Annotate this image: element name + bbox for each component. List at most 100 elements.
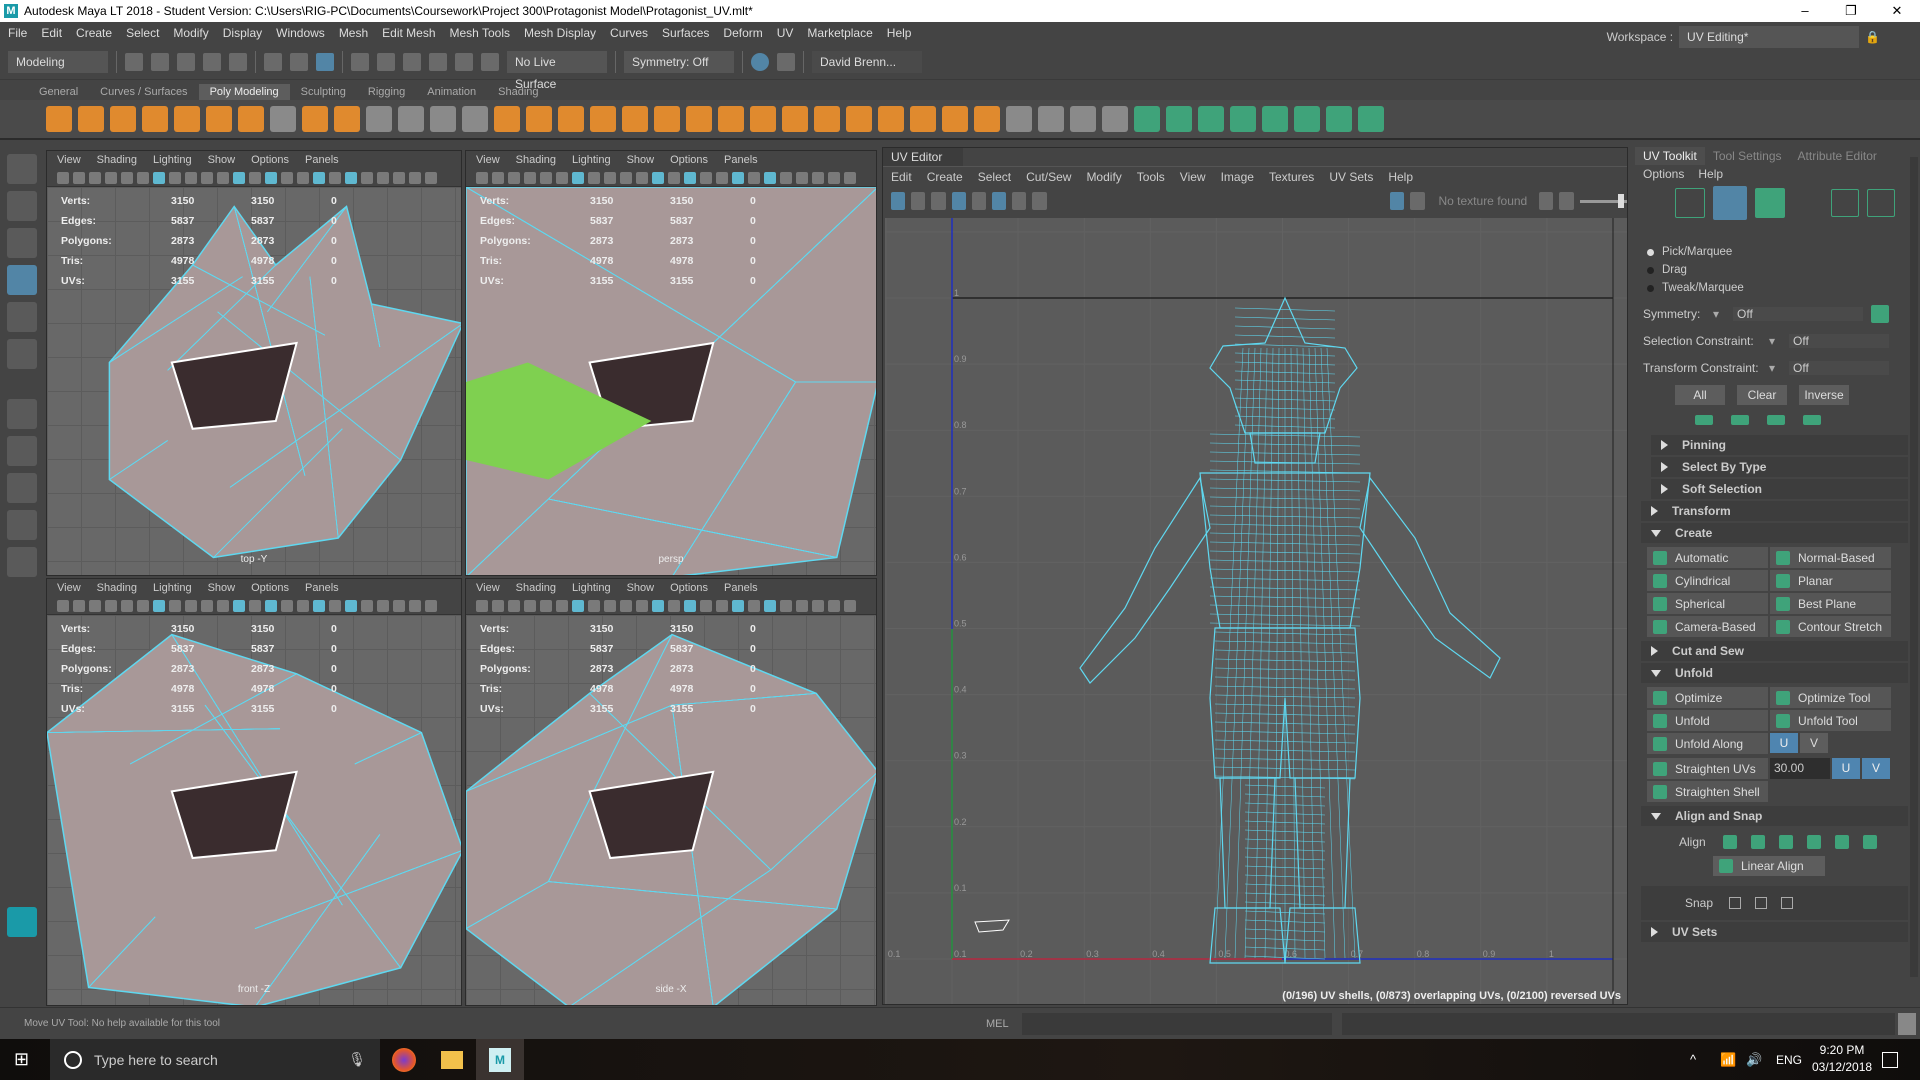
select-inverse-button[interactable]: Inverse [1799, 385, 1849, 405]
shelf-tool-icon[interactable] [462, 106, 488, 132]
last-tool-icon[interactable] [7, 399, 37, 429]
selection-constraint-field[interactable]: Off [1789, 333, 1889, 348]
viewport-tool-icon[interactable] [844, 171, 856, 184]
viewport-menu-shading[interactable]: Shading [516, 154, 556, 166]
viewport-tool-icon[interactable] [572, 599, 584, 612]
optimize-button[interactable]: Optimize [1647, 687, 1768, 708]
viewport-tool-icon[interactable] [620, 599, 632, 612]
redo-icon[interactable] [229, 52, 247, 71]
viewport-menu-panels[interactable]: Panels [724, 582, 758, 594]
snap-grid-icon[interactable] [351, 52, 369, 71]
clock[interactable]: 9:20 PM 03/12/2018 [1812, 1042, 1872, 1076]
toolkit-options-menu[interactable]: Options [1643, 167, 1684, 181]
viewport-tool-icon[interactable] [716, 599, 728, 612]
viewport-menu-show[interactable]: Show [627, 154, 655, 166]
shelf-tool-icon[interactable] [622, 106, 648, 132]
shelf-tool-icon[interactable] [1134, 106, 1160, 132]
shelf-tool-icon[interactable] [782, 106, 808, 132]
straighten-angle-input[interactable]: 30.00 [1770, 758, 1830, 779]
viewport-tool-icon[interactable] [732, 599, 744, 612]
image-display-icon[interactable] [1390, 192, 1405, 210]
radio-dot[interactable] [1647, 248, 1654, 256]
uv-menu-edit[interactable]: Edit [891, 170, 912, 184]
viewport-tool-icon[interactable] [716, 171, 728, 184]
viewport-tool-icon[interactable] [492, 599, 504, 612]
viewport-tool-icon[interactable] [425, 599, 437, 612]
viewport-side-x[interactable]: View Shading Lighting Show Options Panels Vert… [465, 578, 877, 1006]
shelf-tool-icon[interactable] [1102, 106, 1128, 132]
undo-icon[interactable] [203, 52, 221, 71]
menu-deform[interactable]: Deform [723, 26, 762, 40]
straighten-u-toggle[interactable]: U [1832, 758, 1860, 779]
section-header[interactable]: UV Sets [1641, 922, 1908, 942]
shelf-tool-icon[interactable] [1262, 106, 1288, 132]
firefox-icon[interactable] [380, 1039, 428, 1080]
snap-live-icon[interactable] [481, 52, 499, 71]
radio-dot[interactable] [1647, 266, 1654, 274]
menu-curves[interactable]: Curves [610, 26, 648, 40]
symmetry-toggle-icon[interactable] [1871, 305, 1889, 323]
checker-icon[interactable] [1410, 192, 1425, 210]
viewport-tool-icon[interactable] [281, 171, 293, 184]
shelf-tab-general[interactable]: General [28, 84, 89, 100]
windows-start-icon[interactable]: ⊞ [14, 1049, 29, 1070]
shelf-tool-icon[interactable] [878, 106, 904, 132]
pixel-snap-icon[interactable] [1012, 192, 1027, 210]
straighten-shell-button[interactable]: Straighten Shell [1647, 781, 1768, 802]
viewport-tool-icon[interactable] [668, 599, 680, 612]
volume-icon[interactable]: 🔊 [1746, 1052, 1762, 1068]
viewport-tool-icon[interactable] [233, 599, 245, 612]
save-scene-icon[interactable] [177, 52, 195, 71]
viewport-menu-panels[interactable]: Panels [305, 154, 339, 166]
tray-expand-icon[interactable]: ^ [1690, 1052, 1696, 1067]
menu-help[interactable]: Help [887, 26, 912, 40]
viewport-tool-icon[interactable] [524, 599, 536, 612]
snap-point-icon[interactable] [403, 52, 421, 71]
viewport-tool-icon[interactable] [217, 171, 229, 184]
network-icon[interactable]: 📶 [1720, 1052, 1736, 1068]
viewport-tool-icon[interactable] [393, 171, 405, 184]
transform-constraint-field[interactable]: Off [1789, 360, 1889, 375]
workspace-dropdown[interactable]: UV Editing* [1679, 26, 1860, 48]
viewport-tool-icon[interactable] [764, 599, 776, 612]
viewport-tool-icon[interactable] [780, 171, 792, 184]
menu-modify[interactable]: Modify [173, 26, 208, 40]
viewport-menu-lighting[interactable]: Lighting [572, 582, 611, 594]
shell-mode-icon[interactable] [1755, 188, 1785, 218]
viewport-tool-icon[interactable] [556, 599, 568, 612]
viewport-menu-show[interactable]: Show [208, 154, 236, 166]
align-center-v-icon[interactable] [1835, 835, 1849, 849]
viewport-tool-icon[interactable] [540, 599, 552, 612]
viewport-tool-icon[interactable] [476, 171, 488, 184]
panel-tab-attribute-editor[interactable]: Attribute Editor [1790, 147, 1885, 165]
viewport-tool-icon[interactable] [201, 599, 213, 612]
viewport-tool-icon[interactable] [297, 599, 309, 612]
create-spherical-button[interactable]: Spherical [1647, 593, 1768, 614]
viewport-tool-icon[interactable] [780, 599, 792, 612]
viewport-tool-icon[interactable] [844, 599, 856, 612]
viewport-persp[interactable]: View Shading Lighting Show Options Panels Vert… [465, 150, 877, 576]
viewport-menu-options[interactable]: Options [251, 154, 289, 166]
shelf-tool-icon[interactable] [1006, 106, 1032, 132]
grow-selection-icon[interactable] [1803, 415, 1821, 425]
section-header[interactable]: Pinning [1651, 435, 1908, 455]
shelf-tool-icon[interactable] [334, 106, 360, 132]
tool-mode-radio[interactable]: Tweak/Marquee [1647, 279, 1920, 297]
create-normal-based-button[interactable]: Normal-Based [1770, 547, 1891, 568]
shelf-tab-rigging[interactable]: Rigging [357, 84, 416, 100]
viewport-tool-icon[interactable] [556, 171, 568, 184]
uv-menu-view[interactable]: View [1180, 170, 1206, 184]
uv-shell-icon[interactable] [911, 192, 926, 210]
viewport-tool-icon[interactable] [169, 171, 181, 184]
shelf-tool-icon[interactable] [398, 106, 424, 132]
uv-shell-arm-left[interactable] [1079, 476, 1211, 684]
menu-surfaces[interactable]: Surfaces [662, 26, 709, 40]
viewport-tool-icon[interactable] [345, 599, 357, 612]
snap-option-checkbox[interactable] [1729, 897, 1741, 909]
dim-image-icon[interactable] [971, 192, 987, 210]
shelf-tool-icon[interactable] [718, 106, 744, 132]
minimize-button[interactable]: – [1782, 0, 1828, 22]
shelf-tool-icon[interactable] [814, 106, 840, 132]
uv-shaded-icon[interactable] [931, 192, 946, 210]
shelf-tool-icon[interactable] [654, 106, 680, 132]
